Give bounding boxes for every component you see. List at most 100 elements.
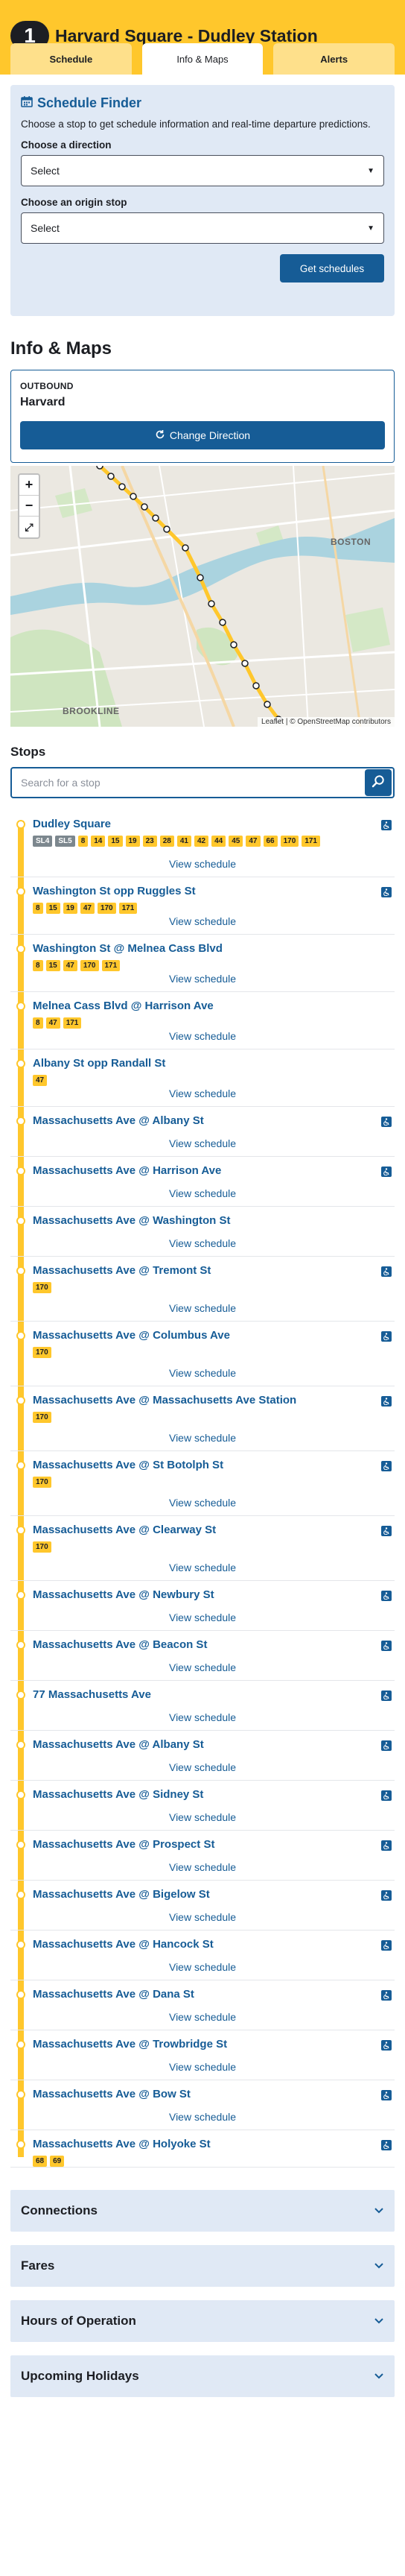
stop-name-link[interactable]: Massachusetts Ave @ Clearway St (33, 1516, 375, 1537)
connection-badge[interactable]: 47 (63, 960, 77, 971)
view-schedule-link[interactable]: View schedule (10, 1237, 395, 1249)
view-schedule-link[interactable]: View schedule (10, 2011, 395, 2023)
view-schedule-link[interactable]: View schedule (10, 2061, 395, 2073)
connection-badge[interactable]: 15 (108, 836, 123, 847)
view-schedule-link[interactable]: View schedule (10, 1911, 395, 1923)
stop-name-link[interactable]: Massachusetts Ave @ Holyoke St (33, 2130, 375, 2151)
view-schedule-link[interactable]: View schedule (10, 2111, 395, 2123)
connection-badge[interactable]: 47 (33, 1075, 48, 1086)
view-schedule-link[interactable]: View schedule (10, 1367, 395, 1379)
connection-badge[interactable]: 28 (159, 836, 174, 847)
connection-badge[interactable]: 170 (33, 1412, 51, 1423)
view-schedule-link[interactable]: View schedule (10, 1611, 395, 1623)
view-schedule-link[interactable]: View schedule (10, 1187, 395, 1199)
stop-name-link[interactable]: Washington St opp Ruggles St (33, 877, 375, 898)
stop-name-link[interactable]: Massachusetts Ave @ Hancock St (33, 1931, 375, 1951)
connection-badge[interactable]: 47 (246, 836, 261, 847)
origin-select[interactable]: Select ▼ (21, 212, 384, 244)
stop-name-link[interactable]: Massachusetts Ave @ Prospect St (33, 1831, 375, 1852)
view-schedule-link[interactable]: View schedule (10, 1961, 395, 1973)
connection-badge[interactable]: 171 (63, 1017, 82, 1029)
accordion-upcoming-holidays[interactable]: Upcoming Holidays (10, 2355, 395, 2397)
connection-badge[interactable]: 19 (63, 903, 77, 914)
stop-name-link[interactable]: Massachusetts Ave @ Newbury St (33, 1581, 375, 1602)
fullscreen-icon[interactable]: ⤢ (19, 517, 39, 537)
direction-select[interactable]: Select ▼ (21, 155, 384, 186)
view-schedule-link[interactable]: View schedule (10, 1711, 395, 1723)
connection-badge[interactable]: 23 (142, 836, 157, 847)
stop-name-link[interactable]: Massachusetts Ave @ Trowbridge St (33, 2030, 375, 2051)
stop-name-link[interactable]: Massachusetts Ave @ Albany St (33, 1731, 375, 1752)
connection-badge[interactable]: 8 (33, 903, 43, 914)
stop-name-link[interactable]: Massachusetts Ave @ Dana St (33, 1980, 375, 2001)
connection-badge[interactable]: 8 (77, 836, 89, 847)
view-schedule-link[interactable]: View schedule (10, 858, 395, 870)
change-direction-button[interactable]: Change Direction (20, 421, 385, 449)
stop-name-link[interactable]: Massachusetts Ave @ Massachusetts Ave St… (33, 1386, 375, 1407)
stop-name-link[interactable]: Massachusetts Ave @ St Botolph St (33, 1451, 375, 1472)
view-schedule-link[interactable]: View schedule (10, 1030, 395, 1042)
search-button[interactable] (365, 769, 392, 796)
route-map[interactable]: BOSTON BROOKLINE + − ⤢ Leaflet | © OpenS… (10, 466, 395, 727)
stop-name-link[interactable]: Massachusetts Ave @ Albany St (33, 1107, 375, 1128)
connection-badge[interactable]: 19 (125, 836, 140, 847)
zoom-out-button[interactable]: − (19, 496, 39, 517)
get-schedules-button[interactable]: Get schedules (280, 254, 384, 282)
connection-badge[interactable]: 14 (91, 836, 106, 847)
view-schedule-link[interactable]: View schedule (10, 973, 395, 985)
connection-badge[interactable]: 171 (101, 960, 121, 971)
stop-name-link[interactable]: Washington St @ Melnea Cass Blvd (33, 935, 375, 956)
view-schedule-link[interactable]: View schedule (10, 1302, 395, 1314)
tab-schedule[interactable]: Schedule (10, 43, 132, 75)
connection-badge[interactable]: 170 (97, 903, 116, 914)
connection-badge[interactable]: 66 (263, 836, 278, 847)
stop-name-link[interactable]: Massachusetts Ave @ Beacon St (33, 1631, 375, 1652)
connection-badge[interactable]: SL4 (33, 836, 53, 847)
view-schedule-link[interactable]: View schedule (10, 1432, 395, 1444)
connection-badge[interactable]: 171 (118, 903, 138, 914)
accordion-hours-of-operation[interactable]: Hours of Operation (10, 2300, 395, 2342)
connection-badge[interactable]: 170 (33, 1541, 51, 1553)
view-schedule-link[interactable]: View schedule (10, 1562, 395, 1573)
zoom-in-button[interactable]: + (19, 475, 39, 496)
connection-badge[interactable]: 68 (33, 2156, 48, 2167)
view-schedule-link[interactable]: View schedule (10, 1087, 395, 1099)
stop-name-link[interactable]: 77 Massachusetts Ave (33, 1681, 375, 1702)
stop-name-link[interactable]: Massachusetts Ave @ Columbus Ave (33, 1322, 375, 1342)
stop-name-link[interactable]: Massachusetts Ave @ Bigelow St (33, 1881, 375, 1901)
accordion-connections[interactable]: Connections (10, 2190, 395, 2232)
connection-badge[interactable]: 8 (33, 960, 43, 971)
stop-name-link[interactable]: Massachusetts Ave @ Bow St (33, 2080, 375, 2101)
connection-badge[interactable]: 41 (176, 836, 191, 847)
connection-badge[interactable]: 170 (80, 960, 99, 971)
stop-name-link[interactable]: Melnea Cass Blvd @ Harrison Ave (33, 992, 375, 1013)
stop-name-link[interactable]: Massachusetts Ave @ Sidney St (33, 1781, 375, 1802)
connection-badge[interactable]: 45 (229, 836, 243, 847)
connection-badge[interactable]: 47 (80, 903, 95, 914)
connection-badge[interactable]: 170 (33, 1282, 51, 1293)
connection-badge[interactable]: 170 (33, 1477, 51, 1488)
connection-badge[interactable]: 44 (211, 836, 226, 847)
tab-alerts[interactable]: Alerts (273, 43, 395, 75)
connection-badge[interactable]: 8 (33, 1017, 43, 1029)
map-attribution[interactable]: Leaflet | © OpenStreetMap contributors (258, 717, 395, 727)
connection-badge[interactable]: 47 (45, 1017, 60, 1029)
stop-name-link[interactable]: Massachusetts Ave @ Harrison Ave (33, 1157, 375, 1178)
connection-badge[interactable]: 42 (194, 836, 209, 847)
view-schedule-link[interactable]: View schedule (10, 1811, 395, 1823)
stop-name-link[interactable]: Dudley Square (33, 810, 375, 831)
connection-badge[interactable]: 171 (302, 836, 320, 847)
view-schedule-link[interactable]: View schedule (10, 1137, 395, 1149)
view-schedule-link[interactable]: View schedule (10, 915, 395, 927)
connection-badge[interactable]: 170 (280, 836, 299, 847)
tab-info-maps[interactable]: Info & Maps (141, 43, 264, 75)
connection-badge[interactable]: 170 (33, 1347, 51, 1358)
accordion-fares[interactable]: Fares (10, 2245, 395, 2287)
stop-name-link[interactable]: Massachusetts Ave @ Tremont St (33, 1257, 375, 1278)
view-schedule-link[interactable]: View schedule (10, 1661, 395, 1673)
view-schedule-link[interactable]: View schedule (10, 1497, 395, 1509)
stop-name-link[interactable]: Massachusetts Ave @ Washington St (33, 1207, 375, 1228)
stop-name-link[interactable]: Albany St opp Randall St (33, 1049, 375, 1070)
view-schedule-link[interactable]: View schedule (10, 1761, 395, 1773)
connection-badge[interactable]: SL5 (55, 836, 75, 847)
